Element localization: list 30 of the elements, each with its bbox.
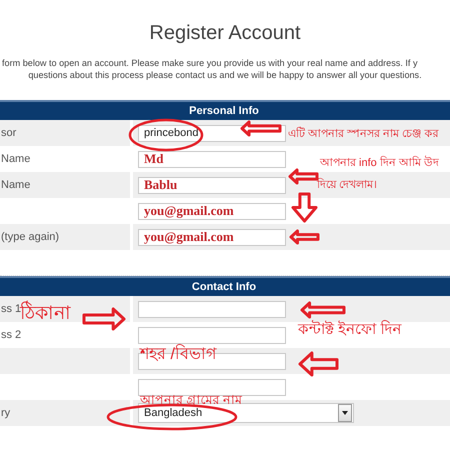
arrow-icon [290,230,320,244]
country-dropdown[interactable]: Bangladesh [138,403,354,423]
intro-text: questions about this process please contact us and we will be happy to answer all your questions. [27,69,423,81]
text-field[interactable]: you@gmail.com [138,202,286,220]
field-label: sor [0,120,133,146]
annotation-note: শহর /বিভাগ [140,346,216,364]
annotation-note: কন্টাক্ট ইনফো দিন [298,322,402,338]
annotation-note: আপনার info দিন আমি উদ [320,157,439,170]
intro-text: form below to open an account. Please make sure you provide us with your real name and address. If y [1,57,419,69]
arrow-icon [298,352,338,376]
field-label: Name [0,172,133,198]
arrow-icon [82,308,126,330]
field-label: (type again) [0,224,133,250]
text-field[interactable] [138,326,286,344]
text-field[interactable]: you@gmail.com [138,228,286,246]
arrow-icon [288,168,318,184]
annotation-note: দিয়ে দেখলাম। [317,179,378,192]
section-header: Contact Info [0,276,450,296]
caret-icon [342,411,348,415]
arrow-icon [240,120,282,136]
text-field[interactable]: Md [138,150,286,168]
field-label: ry [0,400,133,426]
arrow-icon [292,192,318,222]
text-field[interactable] [138,378,286,396]
text-field[interactable]: Bablu [138,176,286,194]
page-title: Register Account [148,21,302,45]
text-field[interactable] [138,300,286,318]
arrow-icon [300,302,346,318]
section-header: Personal Info [0,100,450,120]
annotation-note: এটি আপনার স্পনসর নাম চেঞ্জ কর [288,128,438,140]
